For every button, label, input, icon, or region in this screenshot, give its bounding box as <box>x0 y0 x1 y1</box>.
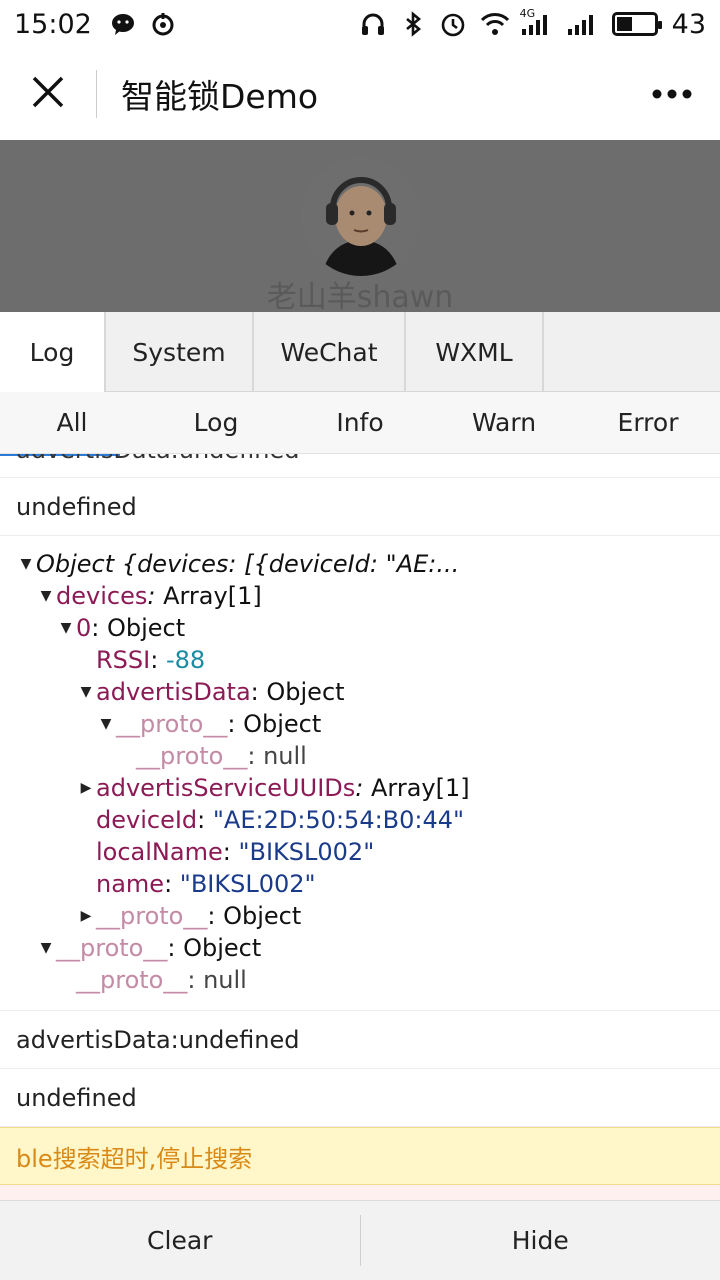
profile-header: 老山羊shawn <box>0 140 720 315</box>
profile-username: 老山羊shawn <box>266 280 454 315</box>
avatar <box>302 158 420 276</box>
wechat-icon <box>110 11 136 37</box>
object-row: deviceId: "AE:2D:50:54:B0:44" <box>96 806 465 834</box>
warn-log-entry: ble搜索超时,停止搜索 <box>0 1127 720 1185</box>
alarm-icon <box>440 11 466 37</box>
filter-info[interactable]: Info <box>288 392 432 453</box>
title-bar: 智能锁Demo <box>0 48 720 140</box>
battery-level <box>616 17 632 31</box>
caret-down-icon[interactable]: ▼ <box>16 556 36 572</box>
filter-log[interactable]: Log <box>144 392 288 453</box>
filter-error[interactable]: Error <box>576 392 720 453</box>
caret-down-icon[interactable]: ▼ <box>76 684 96 700</box>
object-row[interactable]: ▶ __proto__: Object <box>16 900 704 932</box>
log-entry: undefined <box>0 478 720 536</box>
caret-down-icon[interactable]: ▼ <box>96 716 116 732</box>
title-divider <box>96 70 97 118</box>
log-entry: advertisData:undefined <box>0 454 720 478</box>
object-row[interactable]: ▼ devices: Array[1] <box>16 580 704 612</box>
close-button[interactable] <box>0 48 96 140</box>
clear-button[interactable]: Clear <box>0 1201 360 1280</box>
filter-warn[interactable]: Warn <box>432 392 576 453</box>
log-filter-bar: All Log Info Warn Error <box>0 392 720 454</box>
caret-down-icon[interactable]: ▼ <box>36 940 56 956</box>
log-entry: advertisData:undefined <box>0 1011 720 1069</box>
log-list[interactable]: advertisData:undefined undefined ▼ Objec… <box>0 454 720 1200</box>
tab-wxml[interactable]: WXML <box>406 312 544 392</box>
more-icon <box>652 85 692 104</box>
object-row[interactable]: ▼ advertisData: Object <box>16 676 704 708</box>
caret-down-icon[interactable]: ▼ <box>56 620 76 636</box>
error-log-entry <box>0 1185 720 1200</box>
tab-log[interactable]: Log <box>0 312 106 392</box>
signal-icon <box>566 11 598 37</box>
more-button[interactable] <box>624 48 720 140</box>
close-icon <box>31 75 65 113</box>
battery-text: 43 <box>671 8 706 40</box>
sync-icon <box>150 11 176 37</box>
caret-right-icon[interactable]: ▶ <box>76 908 96 924</box>
status-bar: 15:02 4G 43 <box>0 0 720 48</box>
object-row: RSSI: -88 <box>96 646 206 674</box>
object-row: __proto__: null <box>136 742 307 770</box>
object-row: name: "BIKSL002" <box>96 870 316 898</box>
wifi-icon <box>480 11 509 37</box>
tab-system[interactable]: System <box>106 312 254 392</box>
object-row[interactable]: ▼ 0: Object <box>16 612 704 644</box>
object-summary-row[interactable]: ▼ Object {devices: [{deviceId: "AE:... <box>16 548 704 580</box>
signal-icon: 4G <box>520 7 552 37</box>
object-row: localName: "BIKSL002" <box>96 838 375 866</box>
log-entry: undefined <box>0 1069 720 1127</box>
console-tabs: Log System WeChat WXML <box>0 312 720 392</box>
log-object-entry: ▼ Object {devices: [{deviceId: "AE:... ▼… <box>0 536 720 1011</box>
page-title: 智能锁Demo <box>121 77 319 116</box>
hide-button[interactable]: Hide <box>361 1201 720 1280</box>
battery-icon <box>611 12 662 36</box>
headphones-icon <box>360 11 386 37</box>
object-row[interactable]: ▼ __proto__: Object <box>16 708 704 740</box>
object-row[interactable]: ▼ __proto__: Object <box>16 932 704 964</box>
status-time: 15:02 <box>14 8 92 40</box>
filter-all[interactable]: All <box>0 392 144 453</box>
caret-right-icon[interactable]: ▶ <box>76 780 96 796</box>
caret-down-icon[interactable]: ▼ <box>36 588 56 604</box>
bottom-bar: Clear Hide <box>0 1200 720 1280</box>
tab-wechat[interactable]: WeChat <box>254 312 406 392</box>
object-row: __proto__: null <box>76 966 247 994</box>
bluetooth-icon <box>400 11 426 37</box>
object-row[interactable]: ▶ advertisServiceUUIDs: Array[1] <box>16 772 704 804</box>
